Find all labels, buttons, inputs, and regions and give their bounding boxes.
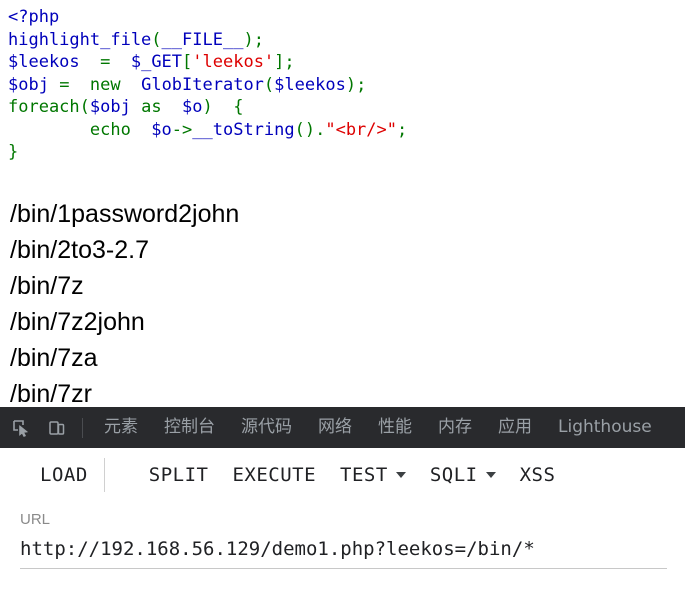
code-token: [	[182, 52, 193, 72]
glob-file-list: /bin/1password2john/bin/2to3-2.7/bin/7z /…	[0, 164, 685, 408]
hackbar-url-input[interactable]: http://192.168.56.129/demo1.php?leekos=/…	[20, 530, 685, 564]
code-token: ;	[397, 119, 408, 140]
code-token: as	[130, 97, 172, 117]
code-token: ]	[274, 52, 285, 72]
code-token: $_GET	[130, 52, 183, 72]
code-token: __toString	[192, 119, 295, 140]
chevron-down-icon	[485, 472, 496, 478]
devtools-tab-sources[interactable]: 源代码	[228, 407, 305, 448]
device-toolbar-icon[interactable]	[42, 414, 72, 442]
code-token: ) {	[202, 97, 244, 117]
code-token: (	[263, 74, 275, 95]
code-line: }	[8, 141, 685, 164]
code-token: =	[79, 52, 131, 72]
devtools-tab-performance[interactable]: 性能	[365, 407, 425, 448]
code-token: ().	[294, 119, 326, 140]
code-token: (	[79, 97, 90, 117]
split-button[interactable]: SPLIT	[137, 464, 221, 486]
list-item: /bin/7z2john	[10, 307, 145, 336]
hackbar-toolbar-separator	[103, 458, 105, 492]
code-token: (	[151, 29, 162, 50]
inspect-element-icon[interactable]	[6, 414, 36, 442]
code-token: $leekos	[274, 74, 346, 95]
code-token: $leekos	[8, 52, 80, 72]
code-token: highlight_file	[8, 29, 152, 50]
code-token: 'leekos'	[192, 52, 275, 72]
execute-button[interactable]: EXECUTE	[220, 464, 328, 486]
hackbar-url-underline	[20, 568, 667, 569]
code-token: }	[8, 142, 19, 162]
devtools-tab-elements[interactable]: 元素	[91, 407, 151, 448]
list-item: /bin/7z	[10, 271, 84, 300]
sqli-button[interactable]: SQLI	[418, 464, 508, 486]
code-token: __FILE__	[161, 29, 244, 50]
browser-page-content: <?php highlight_file(__FILE__); $leekos …	[0, 0, 685, 407]
code-token: $obj	[8, 74, 49, 95]
list-item: /bin/7za	[10, 343, 98, 372]
code-line: $leekos = $_GET['leekos'];	[8, 51, 685, 74]
code-line: $obj = new GlobIterator($leekos);	[8, 74, 685, 97]
devtools-tab-network[interactable]: 网络	[305, 407, 365, 448]
load-button[interactable]: LOAD	[28, 464, 100, 486]
button-label: EXECUTE	[232, 464, 317, 486]
devtools-tab-bar: 元素 控制台 源代码 网络 性能 内存 应用 Lighthouse	[0, 407, 685, 448]
list-item: /bin/1password2john	[10, 199, 240, 228]
test-button[interactable]: TEST	[328, 464, 418, 486]
code-token: ;	[356, 74, 367, 95]
button-label: SPLIT	[148, 464, 209, 486]
hackbar-panel: LOAD SPLIT EXECUTE TEST SQLI XSS URL http://1…	[0, 448, 685, 609]
xss-button[interactable]: XSS	[508, 464, 568, 486]
code-token: <?php	[8, 7, 60, 27]
list-item: /bin/7zr	[10, 379, 92, 408]
code-token: GlobIterator	[130, 74, 264, 95]
devtools-tab-console[interactable]: 控制台	[151, 407, 228, 448]
code-token: )	[345, 74, 357, 95]
chevron-down-icon	[395, 472, 406, 478]
code-token: "<br/>"	[325, 119, 397, 140]
hackbar-url-label: URL	[20, 511, 51, 528]
code-token: )	[243, 29, 254, 50]
hackbar-url-field[interactable]: URL http://192.168.56.129/demo1.php?leek…	[0, 502, 685, 569]
code-line: echo $o->__toString()."<br/>";	[8, 119, 685, 142]
code-line: highlight_file(__FILE__);	[8, 29, 685, 52]
code-token: ->	[171, 119, 193, 140]
button-label: XSS	[519, 464, 556, 486]
code-token: ;	[253, 29, 264, 50]
code-token: $o	[151, 119, 172, 140]
devtools-tab-memory[interactable]: 内存	[425, 407, 485, 448]
button-label: LOAD	[40, 464, 88, 486]
button-label: SQLI	[429, 464, 478, 486]
php-source-code: <?php highlight_file(__FILE__); $leekos …	[0, 0, 685, 164]
code-token: foreach	[8, 97, 80, 117]
button-label: TEST	[340, 464, 388, 486]
code-line: <?php	[8, 6, 685, 29]
hackbar-toolbar: LOAD SPLIT EXECUTE TEST SQLI XSS	[0, 448, 685, 502]
code-token: $obj	[89, 97, 131, 117]
code-token: new	[79, 74, 131, 95]
code-token: ;	[284, 52, 295, 72]
code-line: foreach($obj as $o) {	[8, 96, 685, 119]
devtools-tab-lighthouse[interactable]: Lighthouse	[545, 407, 665, 448]
devtools-toolbar-separator	[82, 417, 83, 438]
list-item: /bin/2to3-2.7	[10, 235, 149, 264]
code-token: echo	[8, 119, 152, 140]
code-token: =	[48, 74, 80, 95]
devtools-tab-application[interactable]: 应用	[485, 407, 545, 448]
code-token: $o	[171, 97, 203, 117]
